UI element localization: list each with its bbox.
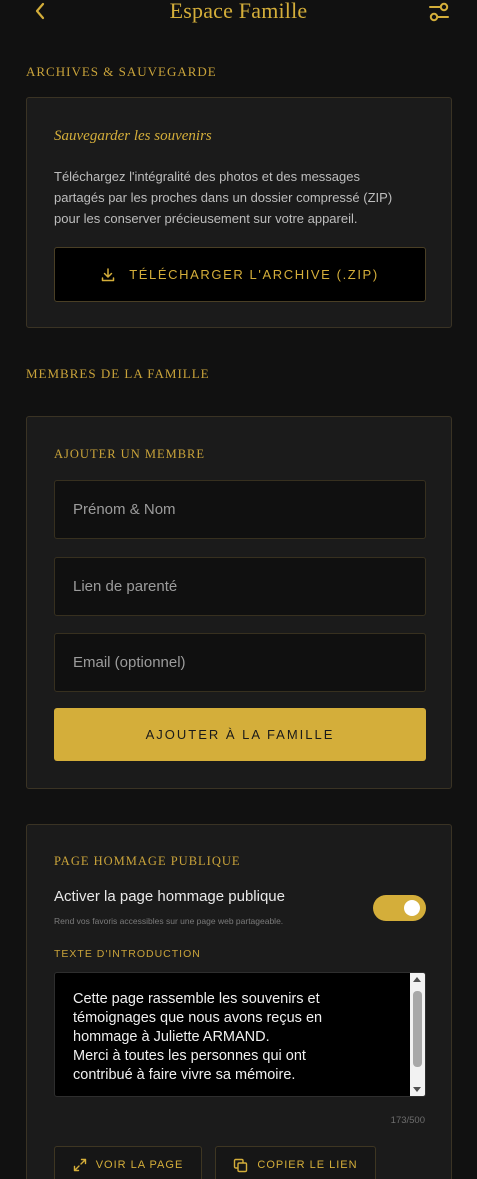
- download-archive-button[interactable]: TÉLÉCHARGER L'ARCHIVE (.ZIP): [54, 247, 426, 302]
- toggle-description: Rend vos favoris accessibles sur une pag…: [54, 916, 284, 926]
- public-page-title: PAGE HOMMAGE PUBLIQUE: [54, 854, 241, 868]
- download-archive-label: TÉLÉCHARGER L'ARCHIVE (.ZIP): [129, 267, 379, 282]
- copy-link-label: COPIER LE LIEN: [257, 1159, 358, 1171]
- archives-description: Téléchargez l'intégralité des photos et …: [54, 169, 393, 226]
- archives-card: Sauvegarder les souvenirs Téléchargez l'…: [26, 97, 452, 328]
- public-page-card: PAGE HOMMAGE PUBLIQUE Activer la page ho…: [26, 824, 452, 1179]
- email-input[interactable]: [54, 633, 426, 692]
- add-member-button[interactable]: AJOUTER À LA FAMILLE: [54, 708, 426, 761]
- name-input[interactable]: [54, 480, 426, 539]
- intro-label: TEXTE D'INTRODUCTION: [54, 948, 201, 960]
- textarea-scrollbar[interactable]: [410, 973, 425, 1096]
- intro-textarea[interactable]: Cette page rassemble les souvenirs et té…: [54, 972, 426, 1097]
- scroll-down-arrow-icon[interactable]: [413, 1087, 421, 1092]
- expand-icon: [73, 1158, 86, 1172]
- section-label-members: MEMBRES DE LA FAMILLE: [26, 366, 210, 381]
- scroll-thumb[interactable]: [413, 991, 422, 1067]
- download-icon: [101, 267, 115, 281]
- add-member-title: AJOUTER UN MEMBRE: [54, 447, 206, 461]
- view-page-button[interactable]: VOIR LA PAGE: [54, 1146, 202, 1179]
- settings-button[interactable]: [427, 0, 451, 24]
- intro-text: Cette page rassemble les souvenirs et té…: [73, 991, 323, 1083]
- copy-link-button[interactable]: COPIER LE LIEN: [215, 1146, 376, 1179]
- scroll-up-arrow-icon[interactable]: [413, 977, 421, 982]
- relation-input[interactable]: [54, 557, 426, 616]
- archives-title: Sauvegarder les souvenirs: [54, 128, 212, 144]
- toggle-knob: [404, 900, 420, 916]
- view-page-label: VOIR LA PAGE: [95, 1159, 184, 1171]
- public-page-toggle[interactable]: [373, 895, 426, 921]
- app-header: Espace Famille: [0, 0, 477, 26]
- page-title: Espace Famille: [169, 0, 308, 23]
- toggle-label: Activer la page hommage publique: [54, 888, 285, 905]
- add-member-card: AJOUTER UN MEMBRE AJOUTER À LA FAMILLE: [26, 416, 452, 789]
- section-label-archives: ARCHIVES & SAUVEGARDE: [26, 64, 217, 79]
- sliders-icon: [429, 2, 449, 22]
- copy-icon: [234, 1158, 248, 1172]
- char-count: 173/500: [390, 1115, 425, 1126]
